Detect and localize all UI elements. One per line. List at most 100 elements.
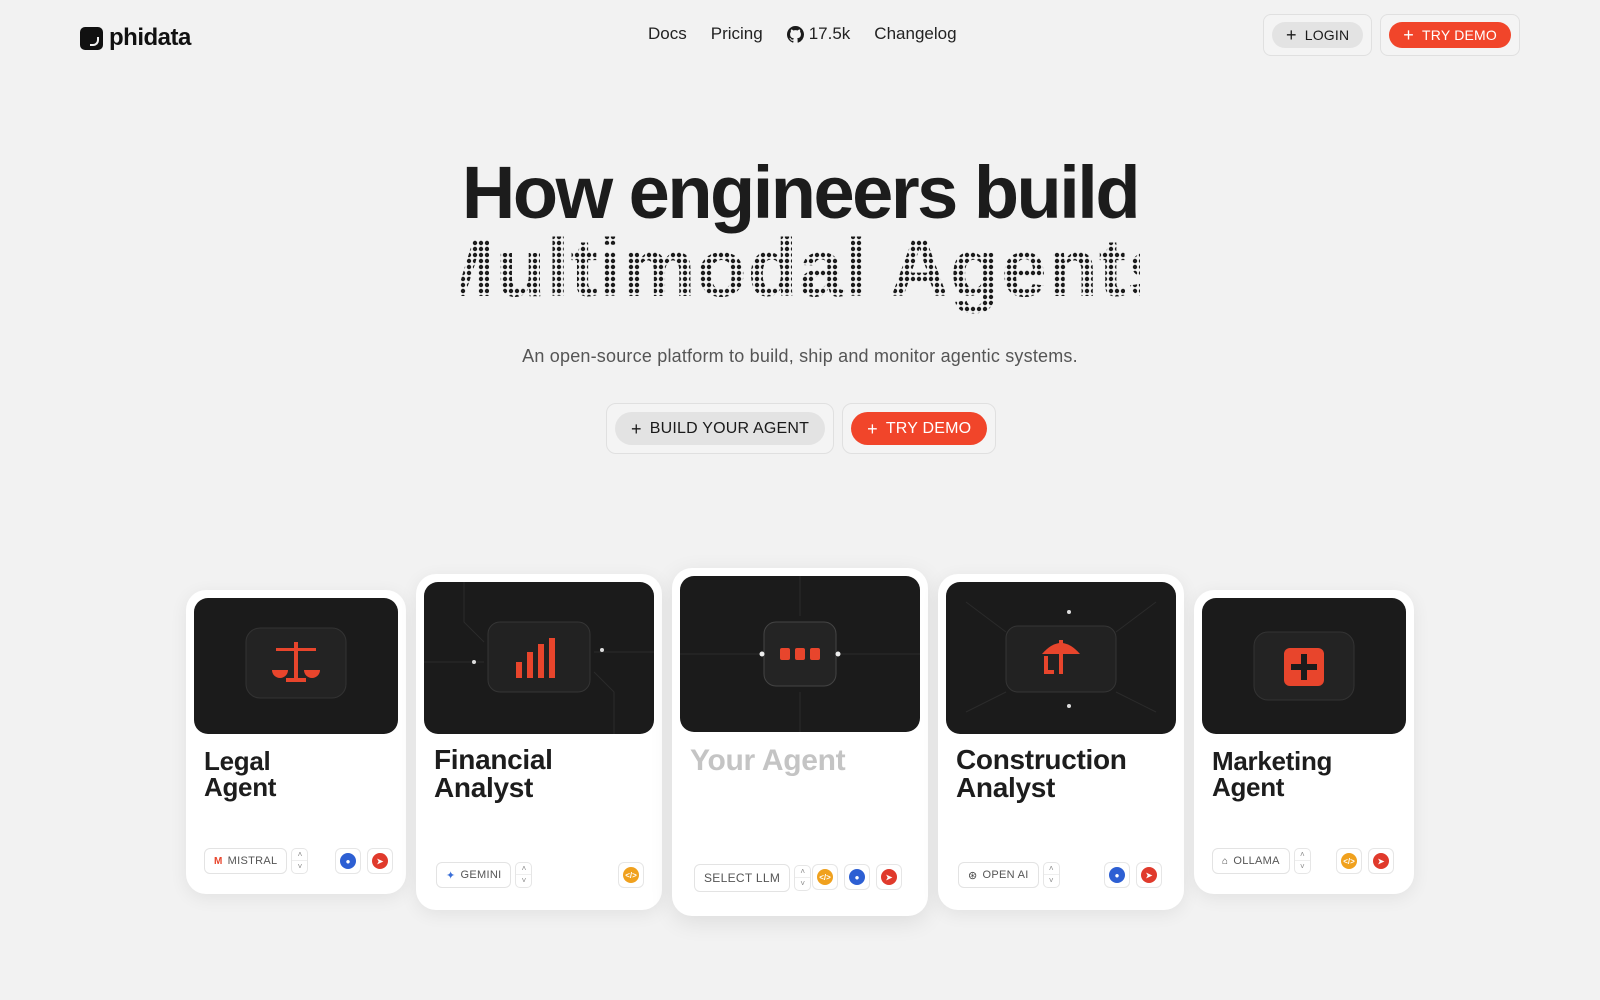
github-icon xyxy=(786,25,804,43)
card-title-line1: Legal xyxy=(204,746,271,776)
llm-stepper[interactable]: ˄ ˅ xyxy=(291,848,309,874)
card-title-line2: Analyst xyxy=(434,772,534,803)
code-tool[interactable]: </> xyxy=(618,862,644,888)
nav-link-pricing[interactable]: Pricing xyxy=(711,24,763,44)
agent-card-marketing[interactable]: Marketing Agent ⌂ OLLAMA ˄ ˅ </> ➤ xyxy=(1194,590,1414,894)
llm-label: OPEN AI xyxy=(982,869,1029,881)
llm-label: OLLAMA xyxy=(1233,855,1280,867)
code-tool[interactable]: </> xyxy=(1336,848,1362,874)
send-tool[interactable]: ➤ xyxy=(1368,848,1394,874)
chevron-up-icon[interactable]: ˄ xyxy=(795,866,811,878)
chevron-up-icon[interactable]: ˄ xyxy=(1294,849,1310,861)
chevron-down-icon[interactable]: ˅ xyxy=(795,878,810,890)
chevron-up-icon[interactable]: ˄ xyxy=(1043,863,1059,875)
gemini-icon: ✦ xyxy=(446,869,456,882)
nav-links: Docs Pricing 17.5k Changelog xyxy=(648,24,957,44)
card-image xyxy=(424,582,654,734)
send-tool[interactable]: ➤ xyxy=(1136,862,1162,888)
send-icon: ➤ xyxy=(881,869,897,885)
logo-text: phidata xyxy=(109,24,191,51)
code-icon: </> xyxy=(623,867,639,883)
code-icon: </> xyxy=(817,869,833,885)
llm-label: GEMINI xyxy=(460,869,502,881)
login-button[interactable]: + LOGIN xyxy=(1272,22,1364,48)
llm-selector: ⊛ OPEN AI ˄ ˅ xyxy=(958,862,1060,888)
hero-description: An open-source platform to build, ship a… xyxy=(522,346,1078,366)
voice-tool[interactable]: ● xyxy=(844,864,870,890)
hero-try-demo-label: TRY DEMO xyxy=(885,419,972,437)
tool-icons: </> ● ➤ xyxy=(812,864,902,890)
chevron-down-icon[interactable]: ˅ xyxy=(1044,875,1059,887)
llm-select[interactable]: M MISTRAL xyxy=(204,848,288,874)
agent-card-financial[interactable]: Financial Analyst ✦ GEMINI ˄ ˅ </> xyxy=(416,574,662,910)
tool-icons: </> ➤ xyxy=(1336,848,1394,874)
llm-label: MISTRAL xyxy=(227,855,278,867)
nav-try-demo-button[interactable]: + TRY DEMO xyxy=(1389,22,1511,48)
card-title: Legal Agent xyxy=(204,748,276,800)
nav-link-github[interactable]: 17.5k xyxy=(786,24,850,44)
hero-ctas: + BUILD YOUR AGENT + TRY DEMO xyxy=(606,403,997,454)
chevron-down-icon[interactable]: ˅ xyxy=(292,861,307,873)
llm-stepper[interactable]: ˄ ˅ xyxy=(1293,848,1311,874)
build-agent-button[interactable]: + BUILD YOUR AGENT xyxy=(615,412,826,445)
dotted-text: Multimodal Agents xyxy=(460,228,1140,314)
voice-tool[interactable]: ● xyxy=(1104,862,1130,888)
code-icon: </> xyxy=(1341,853,1357,869)
build-button-frame: + BUILD YOUR AGENT xyxy=(606,403,835,454)
tool-icons: </> xyxy=(618,862,644,888)
top-nav: phidata Docs Pricing 17.5k Changelog + L… xyxy=(0,0,1600,72)
hero-try-demo-button[interactable]: + TRY DEMO xyxy=(851,412,988,445)
agent-card-construction[interactable]: Construction Analyst ⊛ OPEN AI ˄ ˅ ● ➤ xyxy=(938,574,1184,910)
plus-icon: + xyxy=(1403,25,1415,45)
chevron-up-icon[interactable]: ˄ xyxy=(292,849,308,861)
nav-link-docs[interactable]: Docs xyxy=(648,24,687,44)
llm-stepper[interactable]: ˄ ˅ xyxy=(1042,862,1060,888)
card-title-line1: Your Agent xyxy=(690,744,846,777)
ollama-icon: ⌂ xyxy=(1222,855,1229,867)
card-title: Your Agent xyxy=(690,744,846,777)
send-icon: ➤ xyxy=(372,853,388,869)
build-agent-label: BUILD YOUR AGENT xyxy=(649,419,810,437)
code-tool[interactable]: </> xyxy=(812,864,838,890)
card-title: Financial Analyst xyxy=(434,746,553,802)
logo[interactable]: phidata xyxy=(80,24,191,52)
chevron-up-icon[interactable]: ˄ xyxy=(516,863,532,875)
mistral-icon: M xyxy=(214,855,223,867)
llm-select[interactable]: SELECT LLM xyxy=(694,864,791,892)
card-title: Construction Analyst xyxy=(956,746,1127,802)
microphone-icon: ● xyxy=(849,869,865,885)
card-image xyxy=(194,598,398,734)
send-icon: ➤ xyxy=(1141,867,1157,883)
card-title-line1: Marketing xyxy=(1212,746,1333,776)
llm-label: SELECT LLM xyxy=(704,871,781,885)
hero-dotted-subtitle: Multimodal Agents xyxy=(0,228,1600,325)
plus-icon: + xyxy=(1286,25,1297,45)
microphone-icon: ● xyxy=(340,853,356,869)
agent-card-your-agent[interactable]: Your Agent SELECT LLM ˄ ˅ </> ● ➤ xyxy=(672,568,928,916)
card-title-line2: Agent xyxy=(1212,772,1285,802)
card-image xyxy=(680,576,920,732)
llm-select[interactable]: ⌂ OLLAMA xyxy=(1212,848,1290,874)
card-title-line1: Construction xyxy=(956,744,1127,775)
send-icon: ➤ xyxy=(1373,853,1389,869)
openai-icon: ⊛ xyxy=(968,869,978,882)
voice-tool[interactable]: ● xyxy=(335,848,361,874)
llm-stepper[interactable]: ˄ ˅ xyxy=(515,862,533,888)
llm-selector: SELECT LLM ˄ ˅ xyxy=(694,864,812,892)
card-image xyxy=(946,582,1176,734)
card-title-line2: Analyst xyxy=(956,772,1056,803)
llm-select[interactable]: ⊛ OPEN AI xyxy=(958,862,1039,888)
send-tool[interactable]: ➤ xyxy=(876,864,902,890)
card-title: Marketing Agent xyxy=(1212,748,1332,800)
llm-stepper[interactable]: ˄ ˅ xyxy=(794,865,812,891)
llm-select[interactable]: ✦ GEMINI xyxy=(436,862,512,888)
hero-title: How engineers build xyxy=(461,151,1141,234)
chevron-down-icon[interactable]: ˅ xyxy=(1295,861,1310,873)
login-button-frame: + LOGIN xyxy=(1263,14,1373,56)
nav-link-changelog[interactable]: Changelog xyxy=(874,24,956,44)
send-tool[interactable]: ➤ xyxy=(367,848,393,874)
chevron-down-icon[interactable]: ˅ xyxy=(516,875,531,887)
agent-card-legal[interactable]: Legal Agent M MISTRAL ˄ ˅ ● ➤ xyxy=(186,590,406,894)
logo-icon xyxy=(80,26,103,50)
tool-icons: ● ➤ xyxy=(335,848,393,874)
